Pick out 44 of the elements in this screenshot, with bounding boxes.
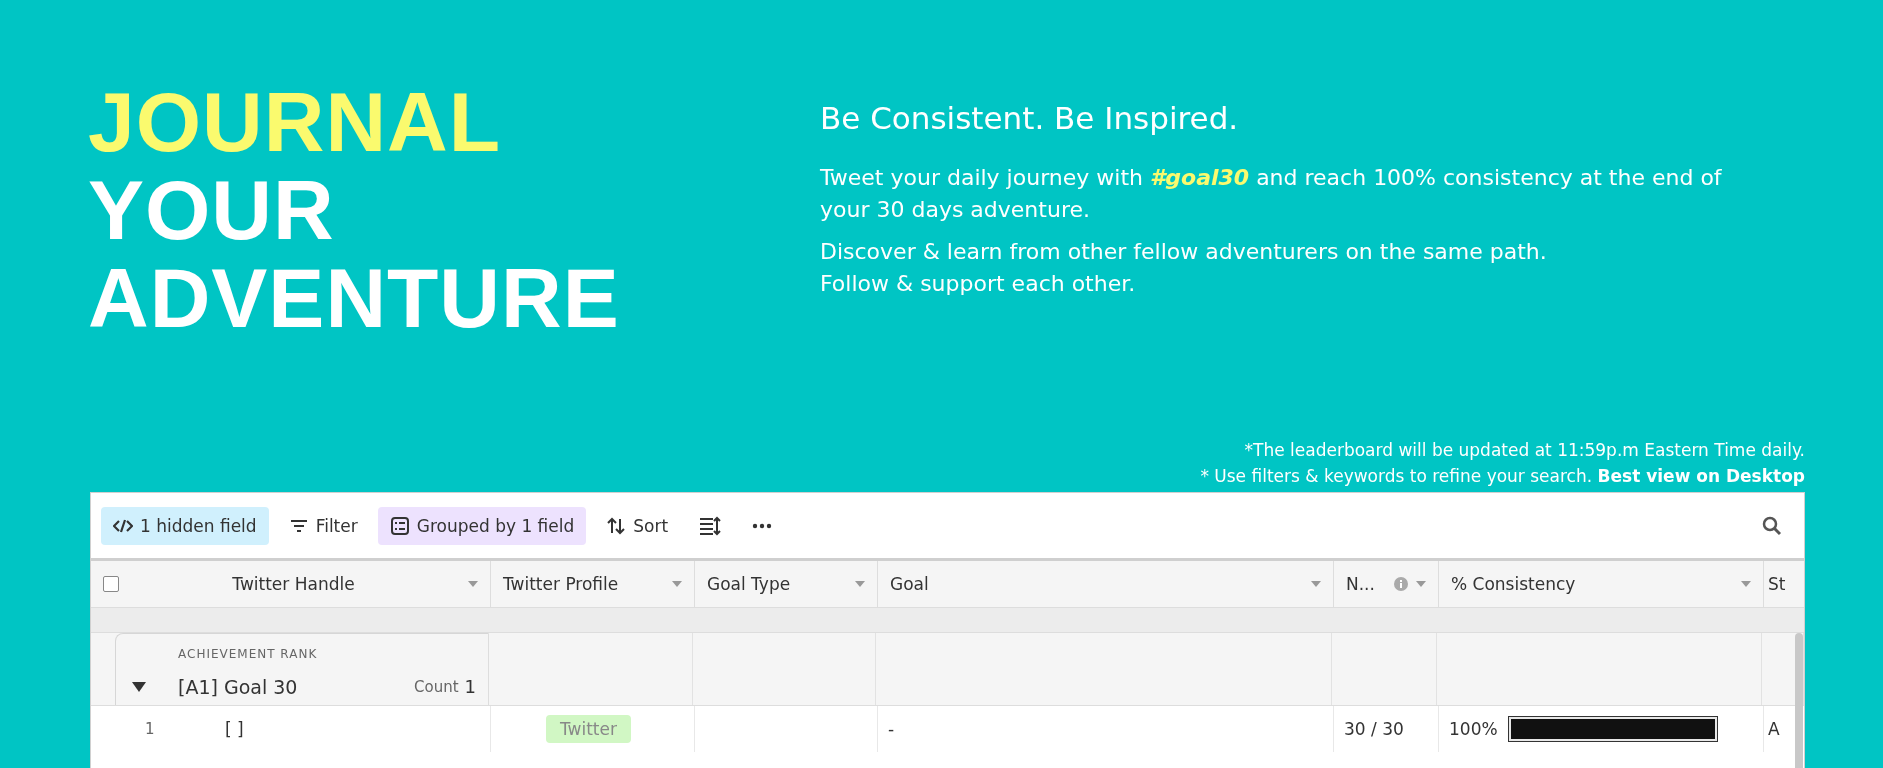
list-icon	[389, 515, 410, 536]
count-value: 1	[464, 676, 476, 698]
table-cell: 30 / 30	[1344, 719, 1404, 739]
sort-icon	[606, 515, 627, 536]
hero-title: JOURNAL	[88, 78, 501, 166]
table-cell: 100%	[1449, 719, 1498, 739]
more-icon	[752, 522, 773, 529]
info-note: * Use filters & keywords to refine your search. Best view on Desktop	[1200, 466, 1805, 486]
column-header[interactable]: Twitter Handle	[127, 574, 460, 594]
intro-paragraph: Tweet your daily journey with #goal30 and reach 100% consistency at the end of your 30 days adventure.	[820, 164, 1723, 224]
group-name: [A1] Goal 30	[178, 675, 299, 698]
column-header[interactable]: St	[1768, 574, 1801, 594]
caret-icon	[1416, 581, 1426, 587]
column-header[interactable]: N...	[1346, 574, 1386, 594]
profile-tag: Twitter	[546, 715, 631, 743]
scrollbar[interactable]	[1795, 633, 1803, 768]
group-field-label: ACHIEVEMENT RANK	[178, 647, 319, 662]
row-number: 1	[145, 720, 156, 738]
hero-title: ADVENTURE	[88, 254, 620, 342]
info-note: *The leaderboard will be updated at 11:59p.m Eastern Time daily.	[1244, 440, 1805, 460]
row-height-icon	[699, 515, 722, 536]
caret-icon	[1741, 581, 1751, 587]
hidden-fields-button[interactable]: 1 hidden field	[101, 506, 269, 545]
caret-icon	[672, 581, 682, 587]
column-header[interactable]: % Consistency	[1451, 574, 1733, 594]
group-button[interactable]: Grouped by 1 field	[377, 506, 587, 545]
search-icon	[1762, 515, 1782, 536]
table-cell: -	[888, 719, 895, 739]
caret-icon	[1311, 581, 1321, 587]
caret-icon	[855, 581, 865, 587]
filter-button[interactable]: Filter	[276, 506, 370, 545]
table-cell: [ ]	[225, 719, 244, 739]
collapse-toggle-icon[interactable]	[132, 680, 146, 693]
table-cell: A	[1768, 719, 1780, 739]
column-header[interactable]: Goal Type	[707, 574, 847, 594]
sort-button[interactable]: Sort	[594, 506, 681, 545]
select-all-checkbox[interactable]	[103, 576, 119, 592]
tagline: Be Consistent. Be Inspired.	[820, 100, 1239, 136]
caret-icon	[468, 581, 478, 587]
hero-title: YOUR	[88, 166, 335, 254]
column-header[interactable]: Goal	[890, 574, 1303, 594]
count-label: Count	[414, 677, 459, 696]
column-header[interactable]: Twitter Profile	[503, 574, 664, 594]
intro-paragraph: Discover & learn from other fellow adventurers on the same path. Follow & support each other.	[820, 238, 1548, 298]
